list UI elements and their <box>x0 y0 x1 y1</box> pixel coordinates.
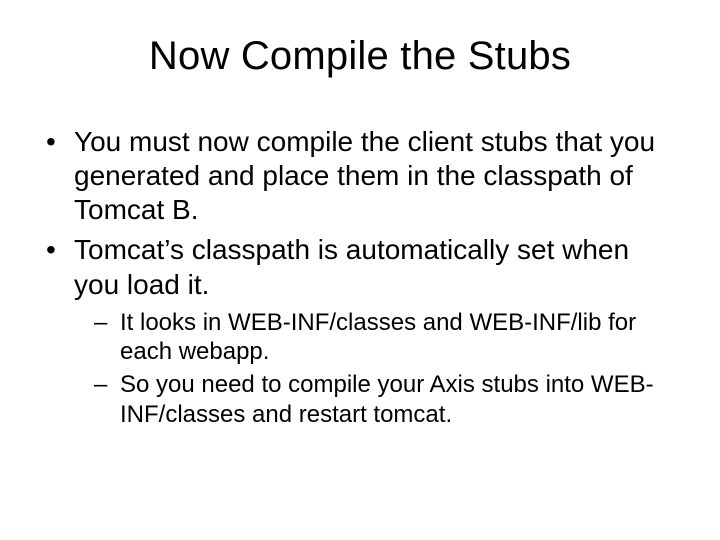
bullet-text: Tomcat’s classpath is automatically set … <box>74 234 629 299</box>
slide-title: Now Compile the Stubs <box>40 34 680 79</box>
sub-bullet-text: So you need to compile your Axis stubs i… <box>120 371 654 427</box>
sub-bullet-item: So you need to compile your Axis stubs i… <box>94 370 680 429</box>
sub-bullet-item: It looks in WEB-INF/classes and WEB-INF/… <box>94 308 680 367</box>
bullet-item: You must now compile the client stubs th… <box>40 125 680 227</box>
bullet-list: You must now compile the client stubs th… <box>40 125 680 302</box>
sub-bullet-list: It looks in WEB-INF/classes and WEB-INF/… <box>40 308 680 429</box>
bullet-text: You must now compile the client stubs th… <box>74 126 655 225</box>
bullet-item: Tomcat’s classpath is automatically set … <box>40 233 680 301</box>
sub-bullet-text: It looks in WEB-INF/classes and WEB-INF/… <box>120 309 636 365</box>
slide: Now Compile the Stubs You must now compi… <box>0 0 720 540</box>
